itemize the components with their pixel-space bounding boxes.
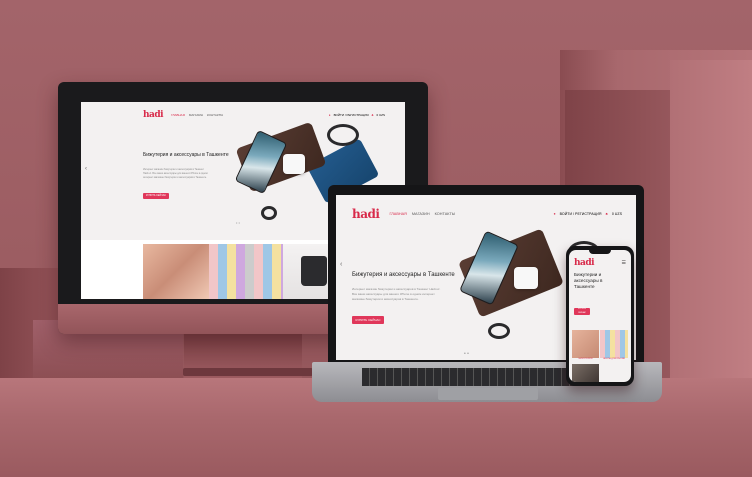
nav-home[interactable]: ГЛАВНАЯ	[389, 212, 406, 216]
nav-shop[interactable]: МАГАЗИН	[412, 212, 430, 216]
mockup-scene: hadi ГЛАВНАЯ МАГАЗИН КОНТАКТЫ ● ВОЙТИ / …	[0, 0, 752, 477]
jewelry-category-image[interactable]	[143, 244, 209, 299]
account-link[interactable]: ВОЙТИ / РЕГИСТРАЦИЯ	[560, 212, 602, 216]
nav-home[interactable]: ГЛАВНАЯ	[171, 113, 185, 117]
main-nav: ГЛАВНАЯ МАГАЗИН КОНТАКТЫ	[171, 113, 223, 117]
hero-text: Интернет магазин бижутерии и аксессуаров…	[143, 168, 208, 179]
imac-foot	[183, 368, 313, 376]
buy-now-button[interactable]: КУПИТЬ СЕЙЧАС	[143, 193, 169, 199]
site-logo[interactable]: hadi	[352, 207, 380, 221]
user-icon[interactable]: ●	[329, 113, 331, 117]
main-nav: ГЛАВНАЯ МАГАЗИН КОНТАКТЫ	[389, 212, 455, 216]
cart-icon[interactable]: ♣	[372, 113, 374, 117]
cable-image	[488, 323, 510, 339]
slider-dots[interactable]: • •	[464, 351, 469, 357]
bag-image	[301, 256, 327, 286]
hero-title: Бижутерия и аксессуары в Ташкенте	[352, 272, 455, 278]
header-actions: ● ВОЙТИ / РЕГИСТРАЦИЯ ♣ 0 UZS	[553, 212, 622, 216]
cable-coil-image	[327, 124, 359, 146]
jewelry-category-label[interactable]: БИЖУТЕРИЯ	[572, 358, 599, 360]
hero-title: Бижутерия и аксессуары в Ташкенте	[143, 152, 229, 158]
jewelry-category-image[interactable]	[572, 330, 599, 358]
nav-contacts[interactable]: КОНТАКТЫ	[207, 113, 223, 117]
cart-total[interactable]: 0 UZS	[612, 212, 622, 216]
arrow-left-icon[interactable]: ‹	[85, 166, 87, 172]
arrow-left-icon[interactable]: ‹	[340, 261, 342, 268]
nav-contacts[interactable]: КОНТАКТЫ	[435, 212, 455, 216]
cases-category-label[interactable]: ЧЕХЛЫ ДЛЯ IPHONE	[600, 358, 628, 360]
bags-category-image[interactable]	[572, 364, 599, 382]
hero-title: Бижутерии и аксессуары в Ташкенте	[574, 272, 603, 289]
buy-now-button[interactable]: КУПИТЬ СЕЙЧАС	[574, 308, 590, 315]
site-logo[interactable]: hadi	[143, 110, 164, 120]
airpods-case-image	[283, 154, 305, 174]
site-header: hadi ГЛАВНАЯ МАГАЗИН КОНТАКТЫ ● ВОЙТИ / …	[352, 207, 622, 221]
site-logo[interactable]: hadi	[574, 258, 595, 268]
hero-text: Интернет магазин бижутерии и аксессуаров…	[352, 287, 441, 301]
menu-icon[interactable]: ☰	[622, 260, 626, 266]
header-actions: ● ВОЙТИ / РЕГИСТРАЦИЯ ♣ 0 UZS	[329, 113, 385, 117]
smartphone: hadi ☰ Бижутерии и аксессуары в Ташкенте…	[566, 246, 634, 386]
account-link[interactable]: ВОЙТИ / РЕГИСТРАЦИЯ	[334, 113, 369, 117]
slider-dots[interactable]: • •	[236, 220, 240, 225]
cart-total[interactable]: 0 UZS	[376, 113, 385, 117]
cases-category-image[interactable]	[209, 244, 283, 299]
site-header: hadi ГЛАВНАЯ МАГАЗИН КОНТАКТЫ ● ВОЙТИ / …	[143, 110, 385, 120]
macbook-trackpad	[438, 388, 538, 400]
user-icon[interactable]: ●	[553, 212, 555, 216]
buy-now-button[interactable]: КУПИТЬ СЕЙЧАС	[352, 316, 384, 324]
phone-notch	[589, 250, 611, 254]
airpods-case-image	[514, 267, 538, 289]
phone-screen: hadi ☰ Бижутерии и аксессуары в Ташкенте…	[569, 250, 631, 382]
wall-block-light	[670, 60, 752, 390]
nav-shop[interactable]: МАГАЗИН	[189, 113, 203, 117]
cases-category-image[interactable]	[600, 330, 628, 358]
cable-image	[261, 206, 277, 220]
cart-icon[interactable]: ♣	[605, 212, 607, 216]
